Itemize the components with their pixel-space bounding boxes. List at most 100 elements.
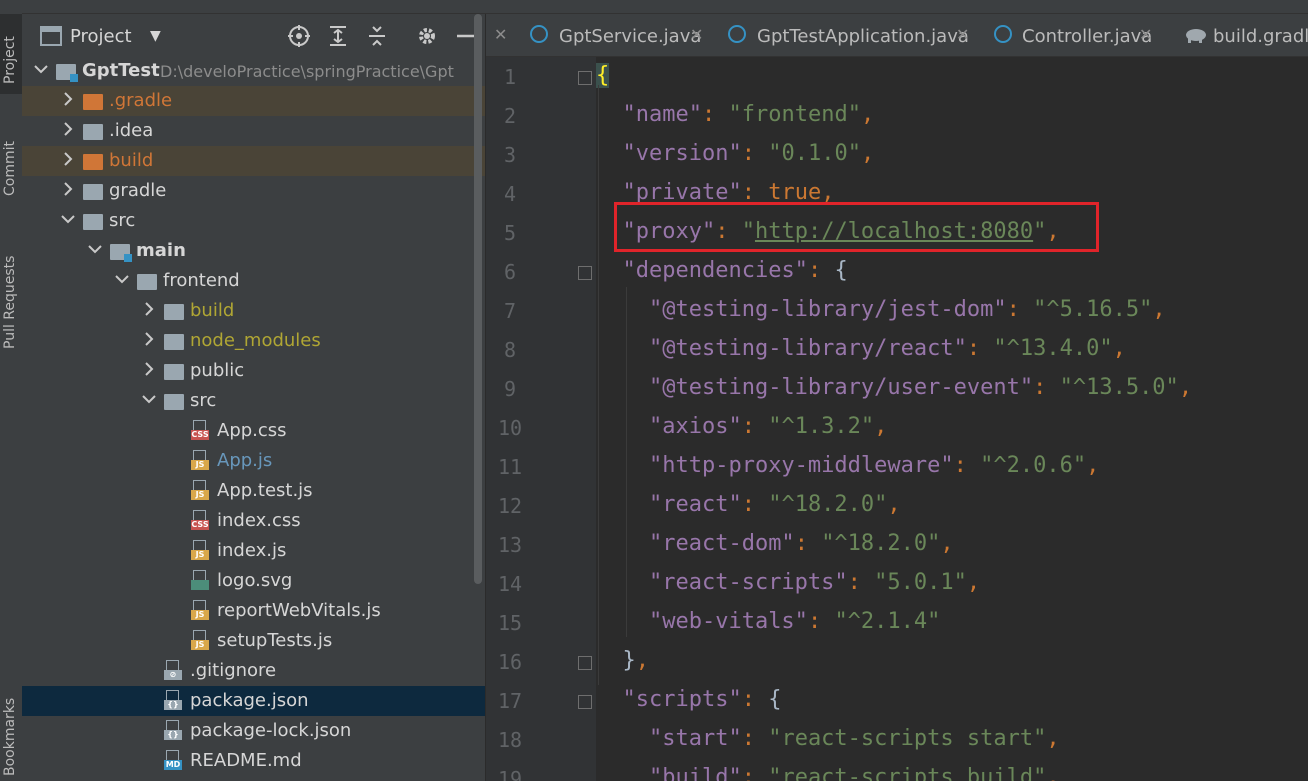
fold-marker-icon[interactable]: [578, 656, 592, 670]
line-number: 2: [503, 104, 517, 128]
app-class-icon: [728, 25, 746, 43]
tree-item[interactable]: logo.svg: [22, 566, 485, 596]
css-file-icon: CSS: [191, 420, 209, 441]
close-icon[interactable]: ✕: [494, 25, 507, 44]
pull-requests-tool-button[interactable]: Pull Requests: [0, 245, 22, 380]
code-line[interactable]: "dependencies": {: [596, 258, 848, 283]
tree-item-label: App.test.js: [217, 480, 313, 501]
expand-all-icon[interactable]: [326, 24, 350, 48]
code-line[interactable]: "@testing-library/jest-dom": "^5.16.5",: [596, 297, 1166, 322]
tree-item[interactable]: src: [22, 206, 485, 236]
tree-item[interactable]: JS index.js: [22, 536, 485, 566]
tree-item[interactable]: src: [22, 386, 485, 416]
collapse-all-icon[interactable]: [365, 24, 389, 48]
code-line[interactable]: },: [596, 648, 650, 673]
project-panel-title[interactable]: Project: [70, 26, 132, 47]
chevron-right-icon[interactable]: [142, 301, 156, 317]
tree-item[interactable]: ⊘ .gitignore: [22, 656, 485, 686]
json-file-icon: {}: [164, 720, 182, 741]
tree-item[interactable]: build: [22, 296, 485, 326]
fold-marker-icon[interactable]: [578, 266, 592, 280]
code-line[interactable]: "react": "^18.2.0",: [596, 492, 901, 517]
tree-item[interactable]: CSS App.css: [22, 416, 485, 446]
chevron-down-icon[interactable]: [34, 61, 48, 77]
code-line[interactable]: "react-scripts": "5.0.1",: [596, 570, 980, 595]
chevron-right-icon[interactable]: [142, 361, 156, 377]
tree-item-label: build: [190, 300, 235, 321]
code-line[interactable]: "@testing-library/react": "^13.4.0",: [596, 336, 1126, 361]
chevron-right-icon[interactable]: [61, 181, 75, 197]
code-editor[interactable]: 1{2 "name": "frontend", 3 "version": "0.1…: [486, 57, 1308, 781]
bookmarks-tool-button[interactable]: Bookmarks: [0, 690, 22, 780]
close-icon[interactable]: ✕: [956, 25, 969, 44]
code-line[interactable]: "web-vitals": "^2.1.4": [596, 609, 940, 634]
tree-item[interactable]: {} package.json: [22, 686, 485, 716]
code-line[interactable]: "axios": "^1.3.2",: [596, 414, 887, 439]
tree-item[interactable]: node_modules: [22, 326, 485, 356]
line-number: 10: [497, 416, 523, 440]
chevron-right-icon[interactable]: [61, 91, 75, 107]
chevron-down-icon[interactable]: [88, 241, 102, 257]
gear-icon[interactable]: [415, 24, 439, 48]
line-number: 1: [503, 65, 517, 89]
line-number: 19: [497, 767, 523, 781]
js-file-icon: JS: [191, 480, 209, 501]
chevron-down-icon[interactable]: [142, 391, 156, 407]
close-icon[interactable]: ✕: [690, 25, 703, 44]
folder-icon: [83, 184, 103, 200]
tree-item[interactable]: JS reportWebVitals.js: [22, 596, 485, 626]
tree-item[interactable]: main: [22, 236, 485, 266]
tree-item-label: .gitignore: [190, 660, 277, 681]
code-line[interactable]: "http-proxy-middleware": "^2.0.6",: [596, 453, 1099, 478]
tab-gpttestapplication[interactable]: GptTestApplication.java ✕: [714, 14, 976, 56]
tree-item[interactable]: build: [22, 146, 485, 176]
tree-item[interactable]: .idea: [22, 116, 485, 146]
chevron-down-icon[interactable]: [115, 271, 129, 287]
tree-item[interactable]: JS setupTests.js: [22, 626, 485, 656]
tree-item[interactable]: gradle: [22, 176, 485, 206]
tab-gptservice[interactable]: GptService.java ✕: [516, 14, 712, 56]
folder-icon: [83, 214, 103, 230]
tree-item-label: src: [190, 390, 217, 411]
code-line[interactable]: "@testing-library/user-event": "^13.5.0"…: [596, 375, 1192, 400]
class-icon: [994, 25, 1012, 43]
fold-marker-icon[interactable]: [578, 71, 592, 85]
top-toolbar-band: [22, 0, 1308, 14]
code-line[interactable]: "build": "react-scripts build",: [596, 765, 1060, 781]
chevron-right-icon[interactable]: [61, 121, 75, 137]
chevron-down-icon[interactable]: ▼: [150, 28, 161, 44]
tree-item-label: App.js: [217, 450, 273, 471]
project-scrollbar[interactable]: [474, 14, 482, 584]
tree-item-label: GptTest: [82, 60, 160, 81]
commit-tool-button[interactable]: Commit: [0, 130, 22, 220]
chevron-down-icon[interactable]: [61, 211, 75, 227]
code-line[interactable]: "start": "react-scripts start",: [596, 726, 1060, 751]
tree-item[interactable]: CSS index.css: [22, 506, 485, 536]
js-file-icon: JS: [191, 630, 209, 651]
chevron-right-icon[interactable]: [142, 331, 156, 347]
folder-icon: [110, 244, 132, 262]
project-panel-header: Project ▼: [22, 14, 485, 56]
tree-item[interactable]: MD README.md: [22, 746, 485, 776]
code-line[interactable]: "name": "frontend",: [596, 102, 875, 127]
tab-build-gradle[interactable]: build.gradle: [1178, 14, 1308, 56]
close-icon[interactable]: ✕: [1139, 25, 1152, 44]
code-line[interactable]: "react-dom": "^18.2.0",: [596, 531, 954, 556]
locate-icon[interactable]: [287, 24, 311, 48]
tree-item[interactable]: JS App.js: [22, 446, 485, 476]
tree-item-label: src: [109, 210, 136, 231]
chevron-right-icon[interactable]: [61, 151, 75, 167]
code-line[interactable]: "version": "0.1.0",: [596, 141, 875, 166]
tree-item[interactable]: frontend: [22, 266, 485, 296]
tab-close-previous[interactable]: ✕: [486, 14, 516, 56]
tab-controller[interactable]: Controller.java ✕: [978, 14, 1158, 56]
folder-icon: [164, 334, 184, 350]
tree-item[interactable]: .gradle: [22, 86, 485, 116]
fold-marker-icon[interactable]: [578, 695, 592, 709]
tree-item[interactable]: public: [22, 356, 485, 386]
project-tool-button[interactable]: Project: [0, 14, 22, 94]
tree-item[interactable]: GptTest D:\develoPractice\springPractice\…: [22, 56, 485, 86]
tree-item[interactable]: JS App.test.js: [22, 476, 485, 506]
tree-item[interactable]: {} package-lock.json: [22, 716, 485, 746]
code-line[interactable]: "scripts": {: [596, 687, 782, 712]
